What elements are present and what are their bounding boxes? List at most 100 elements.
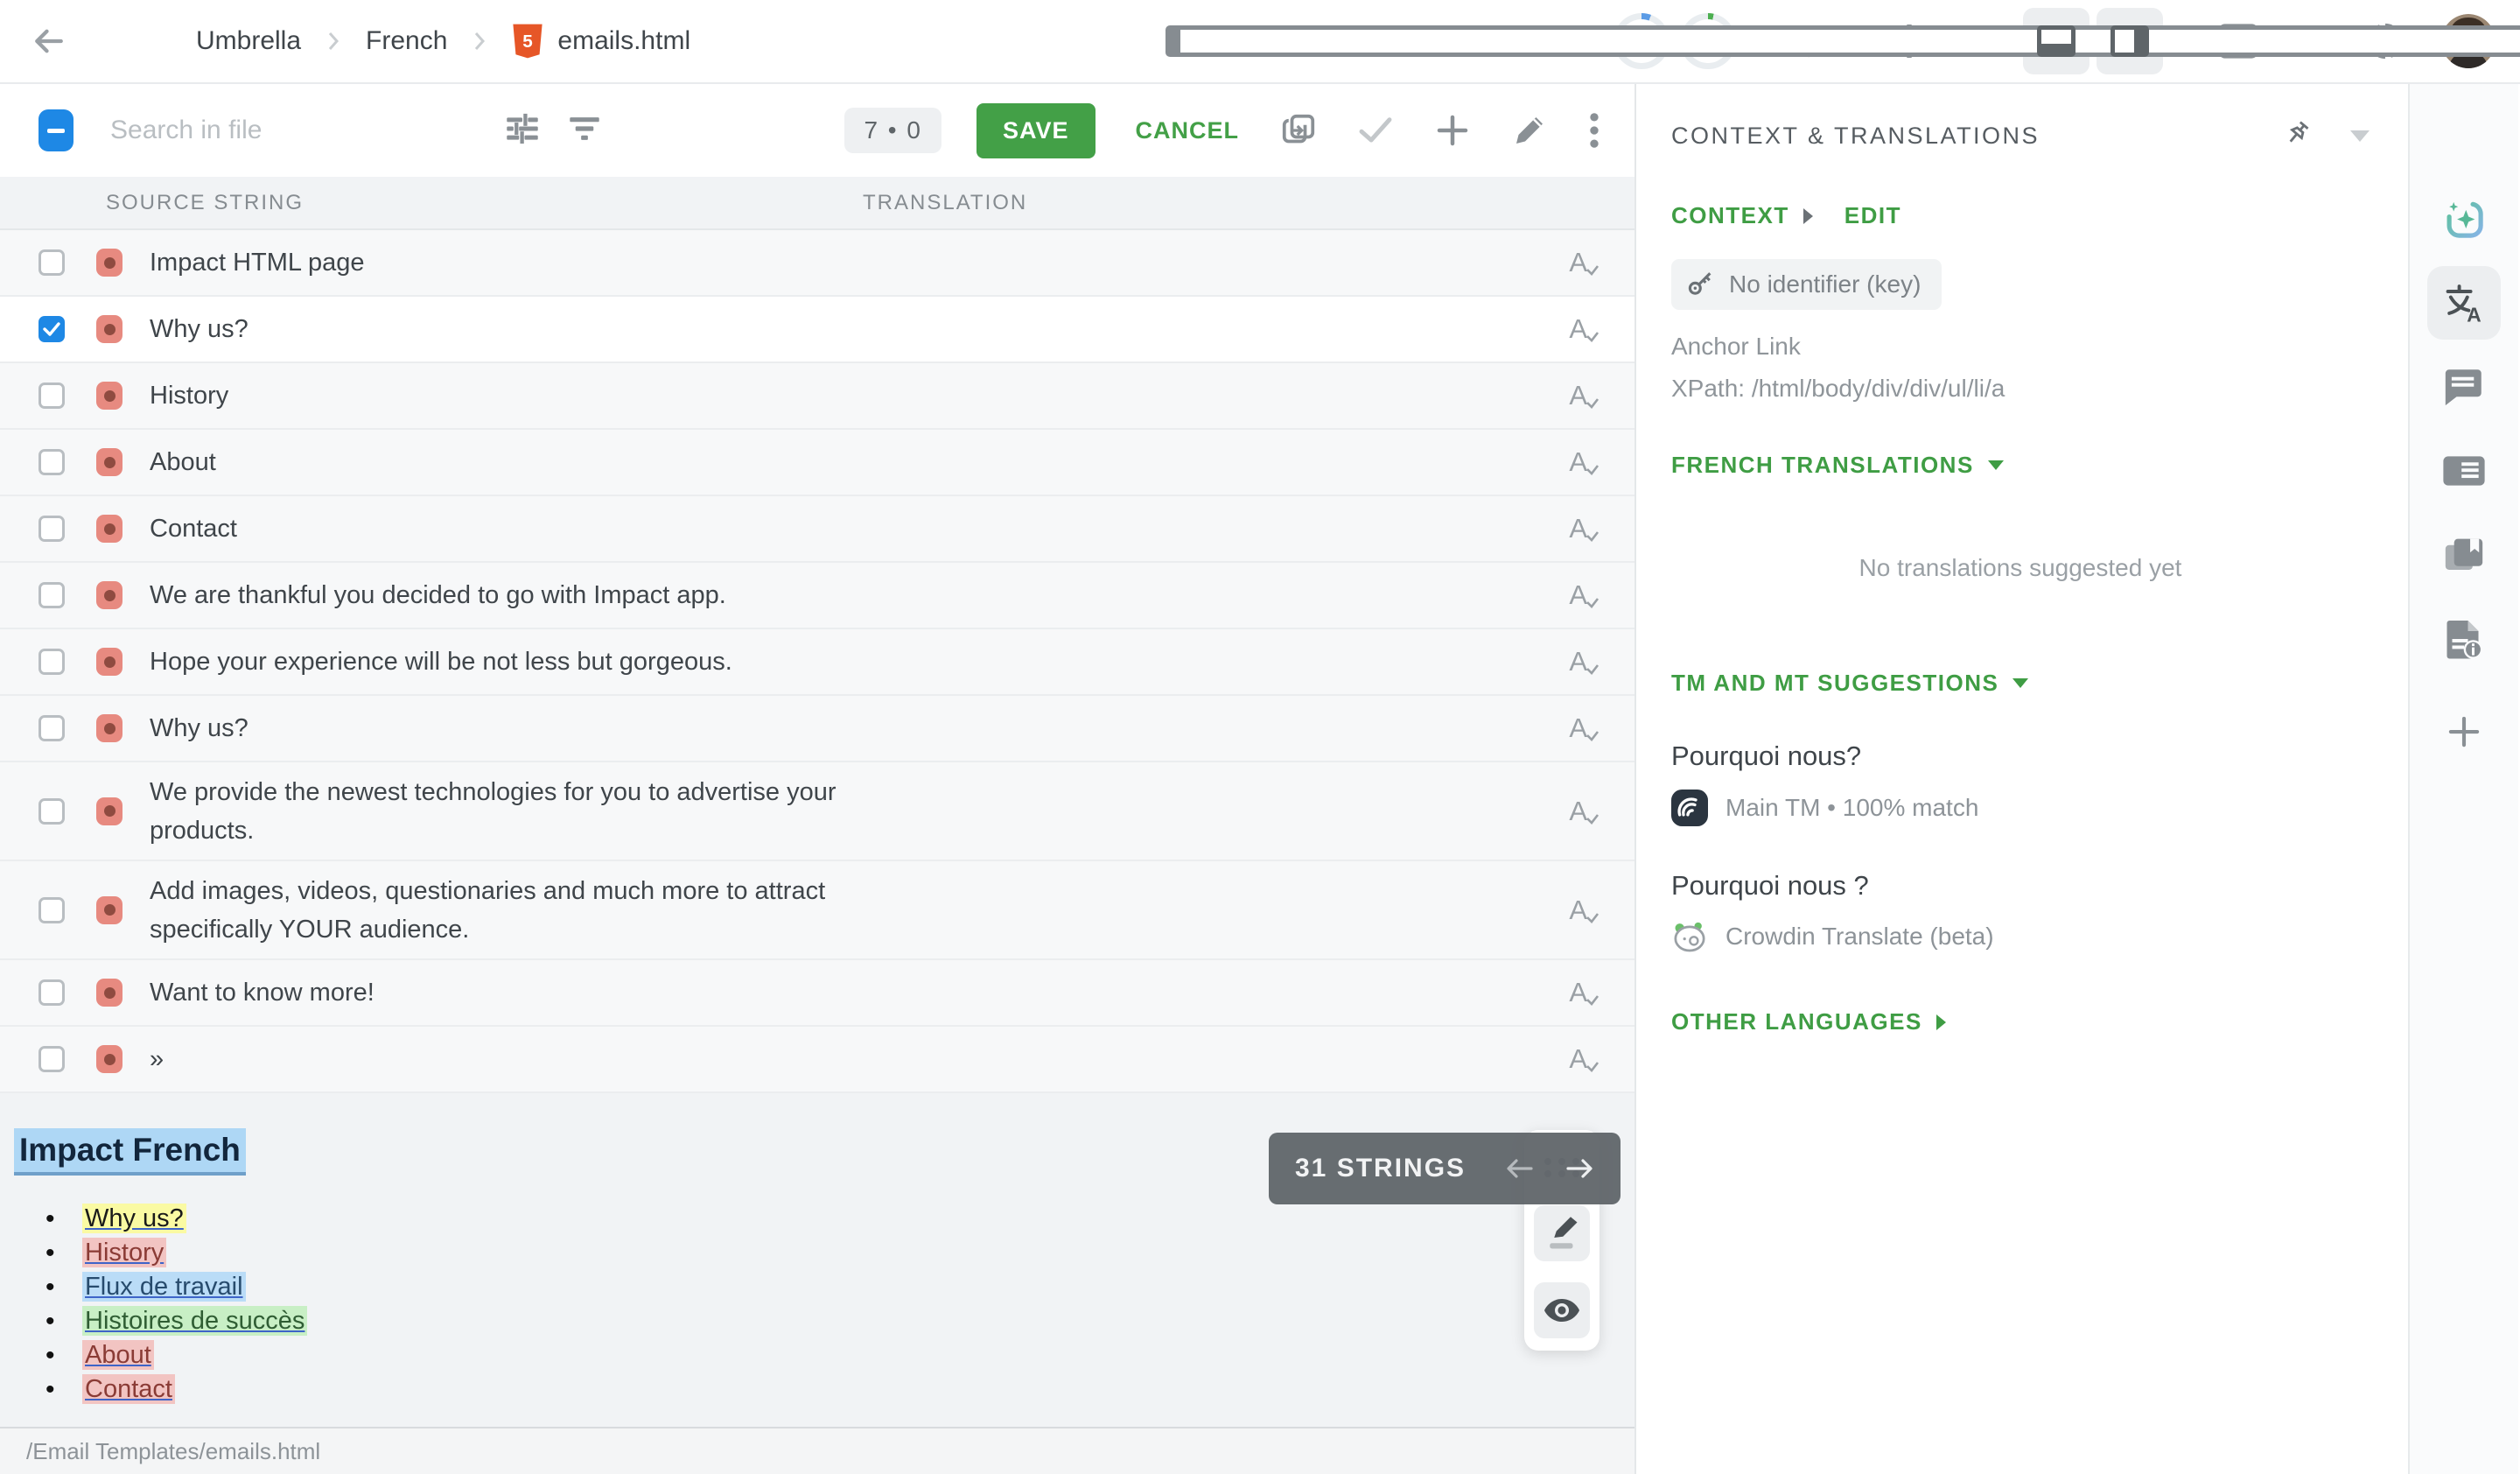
preview-view-button[interactable] — [1534, 1282, 1590, 1338]
a-check-icon[interactable]: A — [1569, 796, 1600, 827]
a-check-icon[interactable]: A — [1569, 977, 1600, 1008]
source-string: We provide the newest technologies for y… — [150, 773, 841, 850]
search-input[interactable] — [110, 116, 478, 145]
a-check-icon[interactable]: A — [1569, 380, 1600, 411]
section-tm-mt-suggestions[interactable]: TM AND MT SUGGESTIONS — [1671, 670, 2370, 697]
table-row[interactable]: Impact HTML pageA — [0, 230, 1634, 297]
row-checkbox[interactable] — [38, 383, 65, 409]
a-check-icon[interactable]: A — [1569, 1043, 1600, 1075]
breadcrumb-file[interactable]: emails.html — [557, 26, 690, 56]
empty-translations-message: No translations suggested yet — [1671, 554, 2370, 582]
preview-edit-button[interactable] — [1534, 1205, 1590, 1261]
row-checkbox[interactable] — [38, 1046, 65, 1072]
pager-prev-icon[interactable] — [1505, 1155, 1535, 1182]
add-panel-icon[interactable] — [2427, 695, 2501, 769]
a-check-icon[interactable]: A — [1569, 446, 1600, 478]
caret-down-icon — [2012, 678, 2028, 688]
terms-tab-icon[interactable] — [2427, 434, 2501, 508]
row-checkbox[interactable] — [38, 649, 65, 675]
breadcrumb-project[interactable]: Umbrella — [196, 26, 301, 56]
left-pane-toggle-icon[interactable] — [1950, 8, 2016, 74]
a-check-icon[interactable]: A — [1569, 579, 1600, 611]
row-checkbox[interactable] — [38, 897, 65, 923]
preview-link[interactable]: History — [82, 1238, 166, 1267]
table-row[interactable]: »A — [0, 1027, 1634, 1093]
row-checkbox[interactable] — [38, 979, 65, 1006]
preview-link[interactable]: Flux de travail — [82, 1272, 246, 1302]
table-row[interactable]: ContactA — [0, 496, 1634, 563]
translations-tab-icon[interactable]: A — [2427, 266, 2501, 340]
a-check-icon[interactable]: A — [1569, 513, 1600, 544]
breadcrumb-language[interactable]: French — [366, 26, 447, 56]
a-check-icon[interactable]: A — [1569, 712, 1600, 744]
row-checkbox[interactable] — [38, 582, 65, 608]
strings-count: 31 STRINGS — [1295, 1154, 1466, 1183]
pin-icon[interactable] — [2282, 119, 2312, 153]
edit-link[interactable]: EDIT — [1844, 202, 1901, 229]
section-french-translations[interactable]: FRENCH TRANSLATIONS — [1671, 452, 2370, 479]
table-row[interactable]: About A — [0, 430, 1634, 496]
table-row[interactable]: Why us?A — [0, 696, 1634, 762]
glossary-tab-icon[interactable] — [2427, 518, 2501, 592]
pager-next-icon[interactable] — [1564, 1155, 1594, 1182]
filter-sliders-icon[interactable] — [504, 112, 541, 150]
table-row[interactable]: Want to know more!A — [0, 960, 1634, 1027]
main-area: 7 • 0 SAVE CANCEL — [0, 84, 2520, 1474]
source-string: History — [150, 376, 228, 415]
ai-assistant-icon[interactable] — [2427, 182, 2501, 256]
translation-column-header: TRANSLATION — [863, 191, 1027, 215]
collapse-caret-icon[interactable] — [2350, 130, 2370, 142]
preview-link[interactable]: About — [82, 1340, 154, 1370]
row-checkbox[interactable] — [38, 798, 65, 825]
section-other-languages[interactable]: OTHER LANGUAGES — [1671, 1008, 2370, 1035]
svg-text:5: 5 — [523, 32, 534, 52]
edit-pencil-icon[interactable] — [1512, 113, 1547, 148]
copy-source-icon[interactable] — [1281, 113, 1316, 148]
mt-meta-text: Crowdin Translate (beta) — [1726, 923, 1994, 951]
a-check-icon[interactable]: A — [1569, 313, 1600, 345]
chevron-right-icon — [473, 31, 486, 52]
a-check-icon[interactable]: A — [1569, 247, 1600, 278]
approve-check-icon[interactable] — [1358, 116, 1393, 144]
table-row-selected[interactable]: Why us?A — [0, 297, 1634, 363]
context-panel-header: CONTEXT & TRANSLATIONS — [1671, 119, 2370, 153]
row-checkbox[interactable] — [38, 249, 65, 276]
preview-link[interactable]: Contact — [82, 1374, 175, 1404]
untranslated-status-icon — [96, 1045, 122, 1073]
comments-tab-icon[interactable] — [2427, 350, 2501, 424]
preview-link[interactable]: Why us? — [82, 1204, 186, 1233]
tm-suggestion-text[interactable]: Pourquoi nous? — [1671, 741, 2370, 772]
cancel-button[interactable]: CANCEL — [1136, 117, 1240, 144]
kebab-menu-icon[interactable] — [1589, 111, 1600, 150]
context-link[interactable]: CONTEXT — [1671, 202, 1789, 229]
row-checkbox[interactable] — [38, 316, 65, 342]
menu-icon[interactable] — [103, 28, 138, 55]
table-row[interactable]: We are thankful you decided to go with I… — [0, 563, 1634, 629]
back-arrow-icon[interactable] — [30, 24, 68, 59]
context-description: Anchor Link — [1671, 333, 2370, 361]
row-checkbox[interactable] — [38, 516, 65, 542]
select-all-checkbox[interactable] — [38, 109, 74, 151]
row-checkbox[interactable] — [38, 449, 65, 475]
table-row[interactable]: We provide the newest technologies for y… — [0, 762, 1634, 861]
a-check-icon[interactable]: A — [1569, 895, 1600, 926]
preview-title[interactable]: Impact French — [14, 1128, 246, 1176]
preview-link-item: Histoires de succès — [82, 1304, 1634, 1338]
a-check-icon[interactable]: A — [1569, 646, 1600, 677]
save-button[interactable]: SAVE — [976, 103, 1096, 158]
table-row[interactable]: Add images, videos, questionaries and mu… — [0, 861, 1634, 960]
key-icon — [1685, 270, 1715, 299]
file-info-tab-icon[interactable] — [2427, 602, 2501, 676]
mt-suggestion-text[interactable]: Pourquoi nous ? — [1671, 870, 2370, 902]
list-toolbar: 7 • 0 SAVE CANCEL — [0, 84, 1634, 177]
filter-funnel-icon[interactable] — [567, 113, 602, 149]
caret-right-icon — [1936, 1014, 1946, 1030]
source-string: About — [150, 443, 216, 481]
table-row[interactable]: Hope your experience will be not less bu… — [0, 629, 1634, 696]
right-icon-rail: A — [2408, 84, 2518, 1474]
preview-link[interactable]: Histoires de succès — [82, 1306, 307, 1336]
context-links: CONTEXT EDIT — [1671, 202, 2370, 229]
add-string-icon[interactable] — [1435, 113, 1470, 148]
table-row[interactable]: History A — [0, 363, 1634, 430]
row-checkbox[interactable] — [38, 715, 65, 741]
